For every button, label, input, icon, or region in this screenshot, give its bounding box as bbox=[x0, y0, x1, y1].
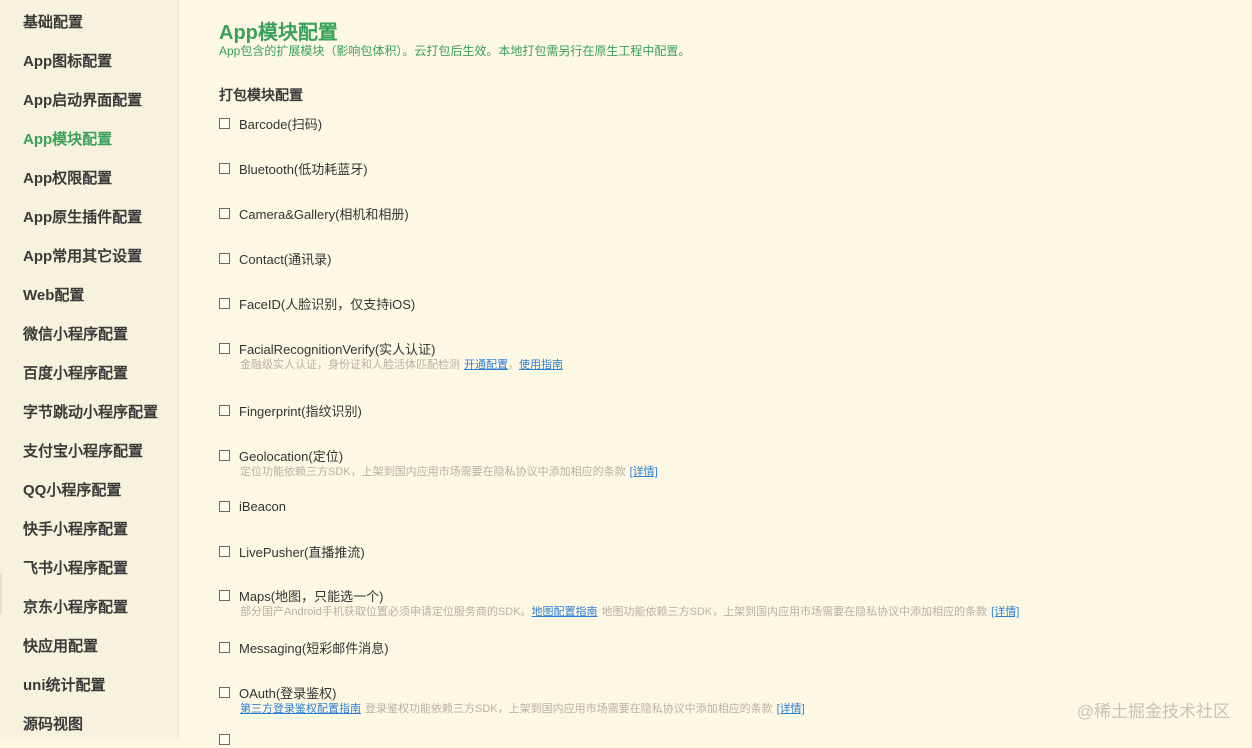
module-label: Fingerprint(指纹识别) bbox=[239, 403, 362, 419]
sidebar-item-weixin-mp[interactable]: 微信小程序配置 bbox=[23, 325, 128, 345]
sidebar-item-feishu-mp[interactable]: 飞书小程序配置 bbox=[23, 559, 128, 579]
geolocation-checkbox[interactable] bbox=[219, 449, 230, 461]
module-bluetooth: Bluetooth(低功耗蓝牙) bbox=[219, 159, 368, 177]
module-label: Messaging(短彩邮件消息) bbox=[239, 640, 389, 656]
maps-checkbox[interactable] bbox=[219, 589, 230, 601]
module-label: LivePusher(直播推流) bbox=[239, 544, 365, 560]
sidebar-item-alipay-mp[interactable]: 支付宝小程序配置 bbox=[23, 442, 143, 462]
sidebar-item-bytedance-mp[interactable]: 字节跳动小程序配置 bbox=[23, 403, 158, 423]
module-messaging: Messaging(短彩邮件消息) bbox=[219, 638, 389, 656]
map-config-guide-link[interactable]: 地图配置指南 bbox=[532, 606, 598, 618]
module-label: iBeacon bbox=[239, 498, 286, 514]
note-separator: ， bbox=[508, 359, 519, 371]
note-text-2: 地图功能依赖三方SDK，上架到国内应用市场需要在隐私协议中添加相应的条款 bbox=[601, 606, 988, 618]
usage-guide-link[interactable]: 使用指南 bbox=[519, 359, 563, 371]
ibeacon-checkbox[interactable] bbox=[219, 500, 230, 512]
sidebar-item-basic[interactable]: 基础配置 bbox=[23, 13, 83, 33]
module-barcode: Barcode(扫码) bbox=[219, 114, 322, 132]
module-label: Maps(地图，只能选一个) bbox=[239, 588, 384, 604]
sidebar-item-jd-mp[interactable]: 京东小程序配置 bbox=[23, 598, 128, 618]
sidebar-item-app-native-plugins[interactable]: App原生插件配置 bbox=[23, 208, 142, 228]
sidebar-item-app-other-settings[interactable]: App常用其它设置 bbox=[23, 247, 142, 267]
sidebar-item-app-permissions[interactable]: App权限配置 bbox=[23, 169, 112, 189]
module-note: 部分国产Android手机获取位置必须申请定位服务商的SDK。地图配置指南 地图功… bbox=[240, 604, 1019, 620]
module-facial-recognition: FacialRecognitionVerify(实人认证) 金融级实人认证，身份… bbox=[219, 339, 563, 373]
note-text: 定位功能依赖三方SDK，上架到国内应用市场需要在隐私协议中添加相应的条款 bbox=[240, 466, 626, 478]
module-note: 第三方登录鉴权配置指南 登录鉴权功能依赖三方SDK，上架到国内应用市场需要在隐私协… bbox=[240, 701, 805, 717]
module-label: Bluetooth(低功耗蓝牙) bbox=[239, 161, 368, 177]
sidebar-item-quickapp[interactable]: 快应用配置 bbox=[23, 637, 98, 657]
module-label: OAuth(登录鉴权) bbox=[239, 685, 337, 701]
module-oauth: OAuth(登录鉴权) 第三方登录鉴权配置指南 登录鉴权功能依赖三方SDK，上架到… bbox=[219, 683, 805, 717]
module-label: Geolocation(定位) bbox=[239, 448, 344, 464]
module-partial-next bbox=[219, 730, 239, 748]
oauth-checkbox[interactable] bbox=[219, 686, 230, 698]
module-maps: Maps(地图，只能选一个) 部分国产Android手机获取位置必须申请定位服务… bbox=[219, 586, 1019, 620]
fingerprint-checkbox[interactable] bbox=[219, 404, 230, 416]
module-faceid: FaceID(人脸识别，仅支持iOS) bbox=[219, 294, 415, 312]
facial-recognition-checkbox[interactable] bbox=[219, 342, 230, 354]
sidebar-item-uni-stat[interactable]: uni统计配置 bbox=[23, 676, 106, 696]
module-contact: Contact(通讯录) bbox=[219, 249, 331, 267]
next-module-checkbox[interactable] bbox=[219, 733, 230, 745]
sidebar-item-qq-mp[interactable]: QQ小程序配置 bbox=[23, 481, 121, 501]
livepusher-checkbox[interactable] bbox=[219, 545, 230, 557]
camera-gallery-checkbox[interactable] bbox=[219, 207, 230, 219]
module-note: 定位功能依赖三方SDK，上架到国内应用市场需要在隐私协议中添加相应的条款 [详情] bbox=[240, 464, 658, 480]
faceid-checkbox[interactable] bbox=[219, 297, 230, 309]
oauth-config-guide-link[interactable]: 第三方登录鉴权配置指南 bbox=[240, 703, 361, 715]
messaging-checkbox[interactable] bbox=[219, 641, 230, 653]
sidebar: 基础配置 App图标配置 App启动界面配置 App模块配置 App权限配置 A… bbox=[0, 0, 179, 739]
note-text-2: 登录鉴权功能依赖三方SDK，上架到国内应用市场需要在隐私协议中添加相应的条款 bbox=[365, 703, 773, 715]
open-config-link[interactable]: 开通配置 bbox=[464, 359, 508, 371]
sidebar-item-baidu-mp[interactable]: 百度小程序配置 bbox=[23, 364, 128, 384]
note-text: 部分国产Android手机获取位置必须申请定位服务商的SDK。 bbox=[240, 606, 532, 618]
contact-checkbox[interactable] bbox=[219, 252, 230, 264]
module-camera-gallery: Camera&Gallery(相机和相册) bbox=[219, 204, 409, 222]
details-link[interactable]: [详情] bbox=[991, 606, 1019, 618]
module-fingerprint: Fingerprint(指纹识别) bbox=[219, 401, 362, 419]
module-note: 金融级实人认证，身份证和人脸活体匹配检测 开通配置，使用指南 bbox=[240, 357, 563, 373]
section-title: 打包模块配置 bbox=[219, 87, 303, 103]
main-panel: App模块配置 App包含的扩展模块（影响包体积）。云打包后生效。本地打包需另行… bbox=[219, 0, 1252, 745]
details-link[interactable]: [详情] bbox=[630, 466, 658, 478]
module-geolocation: Geolocation(定位) 定位功能依赖三方SDK，上架到国内应用市场需要在… bbox=[219, 446, 658, 480]
page-title: App模块配置 bbox=[219, 22, 338, 44]
module-livepusher: LivePusher(直播推流) bbox=[219, 542, 365, 560]
watermark: @稀土掘金技术社区 bbox=[1076, 702, 1230, 721]
details-link[interactable]: [详情] bbox=[777, 703, 805, 715]
module-label: FaceID(人脸识别，仅支持iOS) bbox=[239, 296, 416, 312]
barcode-checkbox[interactable] bbox=[219, 117, 230, 129]
sidebar-item-kuaishou-mp[interactable]: 快手小程序配置 bbox=[23, 520, 128, 540]
bluetooth-checkbox[interactable] bbox=[219, 162, 230, 174]
sidebar-item-app-splash[interactable]: App启动界面配置 bbox=[23, 91, 142, 111]
module-ibeacon: iBeacon bbox=[219, 497, 286, 515]
sidebar-item-app-icon[interactable]: App图标配置 bbox=[23, 52, 112, 72]
module-label: Barcode(扫码) bbox=[239, 116, 323, 132]
sidebar-item-web[interactable]: Web配置 bbox=[23, 286, 84, 306]
page-subtitle: App包含的扩展模块（影响包体积）。云打包后生效。本地打包需另行在原生工程中配置… bbox=[219, 44, 691, 58]
module-label: Contact(通讯录) bbox=[239, 251, 332, 267]
sidebar-scroll-indicator bbox=[0, 573, 2, 613]
module-label: FacialRecognitionVerify(实人认证) bbox=[239, 341, 436, 357]
module-label: Camera&Gallery(相机和相册) bbox=[239, 206, 409, 222]
sidebar-item-app-modules[interactable]: App模块配置 bbox=[23, 130, 112, 150]
sidebar-item-source-view[interactable]: 源码视图 bbox=[23, 715, 83, 735]
note-text: 金融级实人认证，身份证和人脸活体匹配检测 bbox=[240, 359, 460, 371]
